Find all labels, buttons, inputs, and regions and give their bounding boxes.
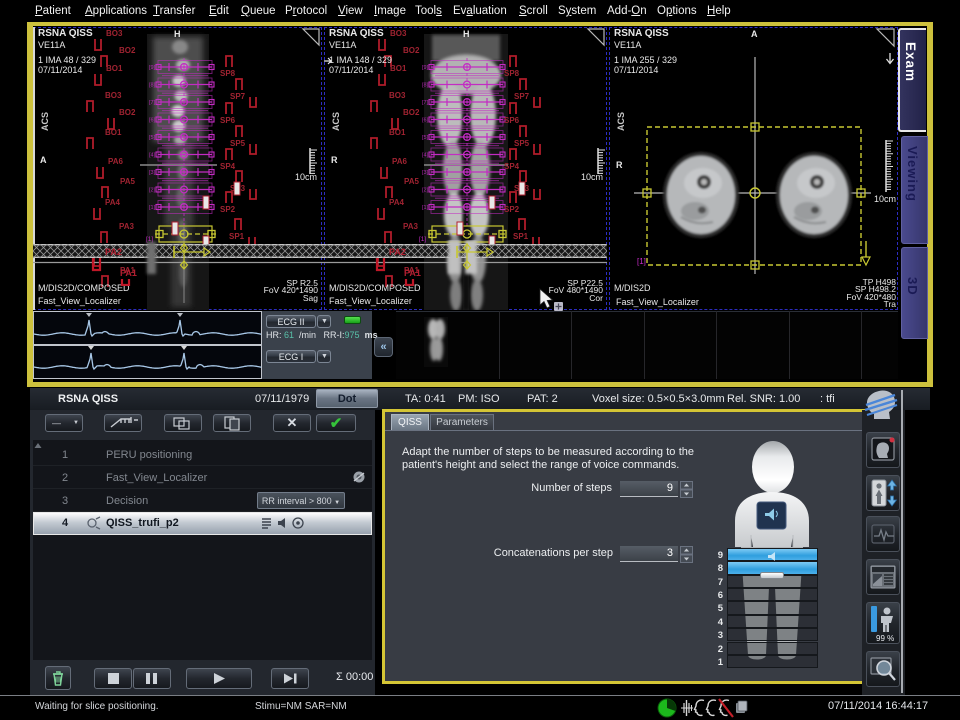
svg-text:PA2: PA2 — [105, 247, 122, 257]
svg-text:[8]: [8] — [149, 83, 156, 89]
svg-text:PA5: PA5 — [404, 177, 420, 186]
svg-text:BO3: BO3 — [106, 29, 123, 38]
svg-text:PA4: PA4 — [105, 198, 121, 207]
svg-text:[9]: [9] — [422, 65, 429, 71]
svg-text:BO1: BO1 — [389, 128, 406, 137]
svg-text:PA6: PA6 — [108, 157, 124, 166]
svg-text:BO3: BO3 — [105, 91, 122, 100]
svg-text:SP4: SP4 — [220, 162, 236, 171]
svg-text:SP2: SP2 — [220, 205, 236, 214]
svg-text:BO2: BO2 — [403, 46, 420, 55]
svg-text:SP5: SP5 — [514, 139, 530, 148]
svg-text:SP2: SP2 — [504, 205, 520, 214]
svg-text:[5]: [5] — [422, 135, 429, 141]
svg-text:[4]: [4] — [149, 153, 156, 159]
svg-text:PA1: PA1 — [404, 268, 421, 278]
svg-text:99 %: 99 % — [876, 634, 894, 643]
svg-text:SP8: SP8 — [220, 69, 236, 78]
svg-text:SP7: SP7 — [230, 92, 246, 101]
svg-text:SP6: SP6 — [504, 116, 520, 125]
svg-text:PA6: PA6 — [392, 157, 408, 166]
svg-text:BO1: BO1 — [106, 64, 123, 73]
svg-text:BO1: BO1 — [105, 128, 122, 137]
svg-text:PA4: PA4 — [389, 198, 405, 207]
svg-text:BO2: BO2 — [119, 108, 136, 117]
svg-text:[4]: [4] — [422, 153, 429, 159]
svg-text:[1]: [1] — [422, 205, 429, 211]
svg-text:[2]: [2] — [149, 188, 156, 194]
svg-text:[6]: [6] — [149, 118, 156, 124]
svg-text:SP4: SP4 — [504, 162, 520, 171]
svg-text:[3]: [3] — [149, 170, 156, 176]
svg-text:[9]: [9] — [149, 65, 156, 71]
svg-text:SP8: SP8 — [504, 69, 520, 78]
svg-text:BO2: BO2 — [403, 108, 420, 117]
svg-text:BO3: BO3 — [390, 29, 407, 38]
svg-text:SP7: SP7 — [514, 92, 530, 101]
svg-text:[6]: [6] — [422, 118, 429, 124]
svg-text:BO2: BO2 — [119, 46, 136, 55]
svg-text:[1]: [1] — [149, 205, 156, 211]
svg-text:SP6: SP6 — [220, 116, 236, 125]
svg-text:[5]: [5] — [149, 135, 156, 141]
svg-text:[7]: [7] — [149, 100, 156, 106]
svg-text:PA1: PA1 — [120, 268, 137, 278]
svg-text:[1]: [1] — [637, 257, 646, 266]
svg-text:PA3: PA3 — [403, 222, 419, 231]
svg-text:PA2: PA2 — [389, 247, 406, 257]
svg-text:[8]: [8] — [422, 83, 429, 89]
svg-text:PA3: PA3 — [119, 222, 135, 231]
svg-text:BO3: BO3 — [389, 91, 406, 100]
svg-text:[3]: [3] — [422, 170, 429, 176]
svg-text:[2]: [2] — [422, 188, 429, 194]
svg-text:BO1: BO1 — [390, 64, 407, 73]
svg-text:SP5: SP5 — [230, 139, 246, 148]
svg-text:[7]: [7] — [422, 100, 429, 106]
svg-text:PA5: PA5 — [120, 177, 136, 186]
